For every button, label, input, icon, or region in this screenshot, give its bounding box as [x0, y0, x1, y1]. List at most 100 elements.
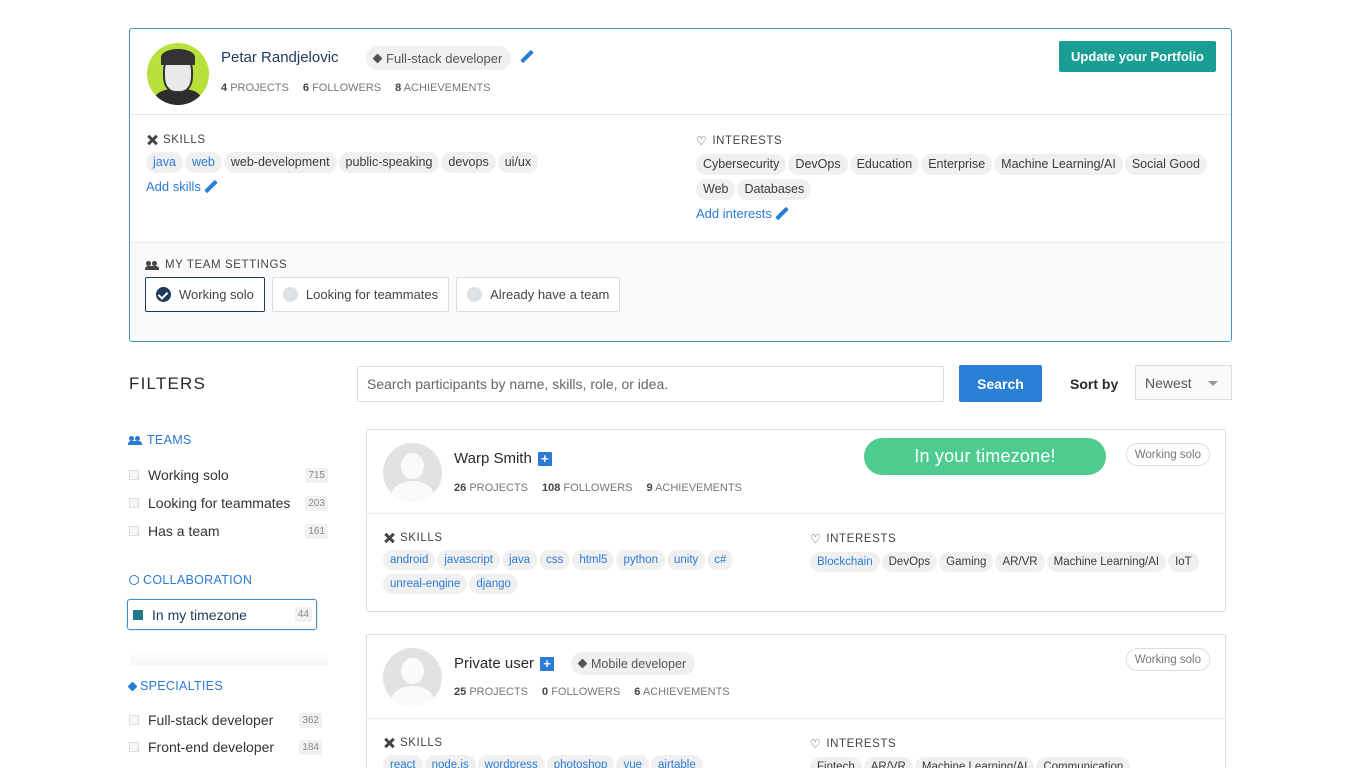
- interest-chip[interactable]: AR/VR: [995, 552, 1045, 572]
- checkbox[interactable]: [129, 715, 139, 725]
- participant-card[interactable]: Warp Smith + 26 PROJECTS 108 FOLLOWERS 9…: [366, 429, 1226, 612]
- search-button[interactable]: Search: [959, 365, 1042, 402]
- checkbox-checked[interactable]: [133, 609, 143, 620]
- stat-projects[interactable]: 25 PROJECTS: [454, 686, 528, 698]
- skill-chip[interactable]: android: [383, 550, 436, 570]
- checkbox[interactable]: [129, 526, 139, 536]
- stat-achievements[interactable]: 9 ACHIEVEMENTS: [647, 482, 742, 494]
- stat-projects[interactable]: 26 PROJECTS: [454, 482, 528, 494]
- team-option-already-have-team[interactable]: Already have a team: [456, 277, 621, 312]
- skill-chip[interactable]: javascript: [437, 550, 500, 570]
- follow-plus-icon[interactable]: +: [537, 451, 552, 466]
- interests-chip-list: Fintech AR/VR Machine Learning/AI Commun…: [810, 757, 1215, 768]
- tag-icon: [127, 681, 138, 691]
- stat-followers[interactable]: 0 FOLLOWERS: [542, 686, 620, 698]
- filter-count: 184: [299, 739, 322, 755]
- avatar[interactable]: [383, 443, 442, 502]
- participant-stats: 26 PROJECTS 108 FOLLOWERS 9 ACHIEVEMENTS: [454, 482, 742, 494]
- filter-full-stack-developer[interactable]: Full-stack developer 362: [129, 710, 328, 730]
- interest-chip[interactable]: Education: [849, 154, 920, 175]
- skill-chip[interactable]: django: [469, 574, 518, 594]
- globe-icon: [129, 575, 139, 585]
- collaboration-filter-heading: COLLABORATION: [129, 573, 252, 587]
- interest-chip[interactable]: Web: [696, 179, 736, 200]
- profile-name[interactable]: Petar Randjelovic: [221, 49, 339, 66]
- search-input[interactable]: [357, 366, 944, 402]
- team-option-looking-for-teammates[interactable]: Looking for teammates: [271, 277, 450, 312]
- skill-chip[interactable]: java: [146, 152, 183, 173]
- checkbox[interactable]: [129, 470, 139, 480]
- filter-looking-for-teammates[interactable]: Looking for teammates 203: [129, 493, 328, 513]
- skill-chip[interactable]: wordpress: [477, 755, 545, 768]
- skill-chip[interactable]: airtable: [651, 755, 703, 768]
- edit-role-pencil-icon[interactable]: [520, 50, 534, 64]
- stat-followers[interactable]: 108 FOLLOWERS: [542, 482, 633, 494]
- interest-chip[interactable]: Blockchain: [810, 552, 880, 572]
- filter-in-my-timezone[interactable]: In my timezone 44: [127, 599, 317, 630]
- specialties-filter-heading: SPECIALTIES: [127, 679, 223, 693]
- skill-chip[interactable]: python: [616, 550, 665, 570]
- sort-select[interactable]: Newest: [1135, 365, 1232, 400]
- skill-chip[interactable]: web: [184, 152, 222, 173]
- interest-chip[interactable]: Enterprise: [921, 154, 993, 175]
- avatar[interactable]: [147, 43, 209, 105]
- participant-card[interactable]: Private user + Mobile developer 25 PROJE…: [366, 634, 1226, 768]
- skill-chip[interactable]: ui/ux: [497, 152, 539, 173]
- interest-chip[interactable]: Gaming: [939, 552, 994, 572]
- filter-has-a-team[interactable]: Has a team 161: [129, 521, 328, 541]
- interest-chip[interactable]: AR/VR: [863, 757, 913, 768]
- participant-name[interactable]: Private user +: [454, 655, 555, 672]
- checkbox[interactable]: [129, 498, 139, 508]
- timezone-badge: In your timezone!: [864, 438, 1106, 475]
- add-skills-link[interactable]: Add skills: [146, 179, 666, 194]
- skill-chip[interactable]: public-speaking: [338, 152, 440, 173]
- skill-chip[interactable]: web-development: [223, 152, 337, 173]
- follow-plus-icon[interactable]: +: [540, 656, 555, 671]
- sort-value: Newest: [1145, 374, 1192, 391]
- interest-chip[interactable]: Machine Learning/AI: [1046, 552, 1167, 572]
- interest-chip[interactable]: DevOps: [881, 552, 938, 572]
- avatar-head: [401, 658, 424, 684]
- profile-card: Petar Randjelovic Full-stack developer 4…: [129, 28, 1232, 342]
- interest-chip[interactable]: Machine Learning/AI: [994, 154, 1123, 175]
- add-interests-link[interactable]: Add interests: [696, 206, 1226, 221]
- avatar-hair: [161, 49, 195, 65]
- stat-followers[interactable]: 6 FOLLOWERS: [303, 82, 381, 94]
- interest-chip[interactable]: Fintech: [810, 757, 862, 768]
- skill-chip[interactable]: unreal-engine: [383, 574, 468, 594]
- interest-chip[interactable]: Machine Learning/AI: [914, 757, 1035, 768]
- skill-chip[interactable]: css: [539, 550, 571, 570]
- skill-chip[interactable]: vue: [616, 755, 649, 768]
- participant-name[interactable]: Warp Smith +: [454, 450, 552, 467]
- heart-icon: ♡: [810, 532, 822, 546]
- teams-filter-heading: TEAMS: [128, 433, 192, 447]
- filter-front-end-developer[interactable]: Front-end developer 184: [129, 737, 328, 757]
- skill-chip[interactable]: html5: [572, 550, 615, 570]
- avatar[interactable]: [383, 648, 442, 707]
- profile-skills: SKILLS java web web-development public-s…: [146, 134, 666, 194]
- heart-icon: ♡: [696, 134, 708, 148]
- interest-chip[interactable]: Databases: [737, 179, 812, 200]
- skill-chip[interactable]: react: [383, 755, 423, 768]
- skill-chip[interactable]: photoshop: [546, 755, 615, 768]
- team-option-working-solo[interactable]: Working solo: [145, 277, 265, 312]
- heart-icon: ♡: [810, 737, 822, 751]
- skill-chip[interactable]: c#: [707, 550, 734, 570]
- pencil-icon: [204, 180, 218, 194]
- radio-circle-icon: [282, 287, 298, 302]
- interest-chip[interactable]: Cybersecurity: [696, 154, 787, 175]
- checkbox[interactable]: [129, 742, 139, 752]
- interest-chip[interactable]: Communication: [1036, 757, 1131, 768]
- interest-chip[interactable]: DevOps: [788, 154, 848, 175]
- stat-achievements[interactable]: 8 ACHIEVEMENTS: [395, 82, 490, 94]
- stat-achievements[interactable]: 6 ACHIEVEMENTS: [634, 686, 729, 698]
- stat-projects[interactable]: 4 PROJECTS: [221, 82, 289, 94]
- skill-chip[interactable]: java: [501, 550, 538, 570]
- interest-chip[interactable]: Social Good: [1124, 154, 1207, 175]
- skill-chip[interactable]: node.js: [424, 755, 476, 768]
- interest-chip[interactable]: IoT: [1168, 552, 1199, 572]
- filter-working-solo[interactable]: Working solo 715: [129, 465, 328, 485]
- skill-chip[interactable]: unity: [666, 550, 706, 570]
- skill-chip[interactable]: devops: [441, 152, 496, 173]
- update-portfolio-button[interactable]: Update your Portfolio: [1059, 41, 1216, 72]
